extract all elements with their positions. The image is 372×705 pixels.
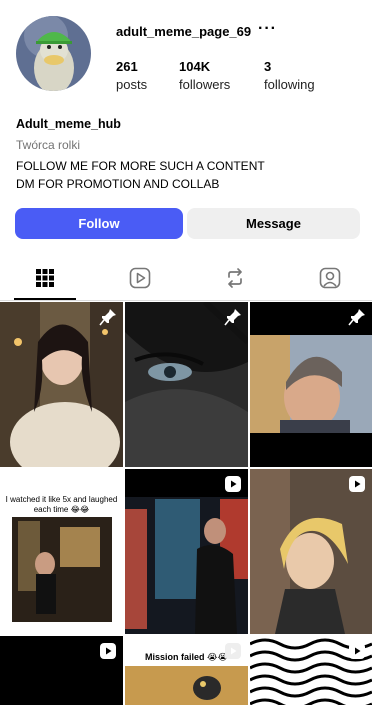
profile-tabs [0,258,372,300]
follow-button[interactable]: Follow [15,208,183,239]
posts-grid: I watched it like 5x and laughed each ti… [0,302,372,705]
grid-post[interactable] [250,302,372,467]
reel-icon [100,643,116,659]
post-thumbnail [250,302,372,467]
message-button[interactable]: Message [187,208,360,239]
profile-avatar[interactable] [16,16,91,91]
reels-icon [129,267,151,289]
tab-reels[interactable] [109,258,171,298]
post-thumbnail [250,469,372,634]
reel-icon [349,643,365,659]
grid-post[interactable] [125,302,248,467]
post-thumbnail [0,302,123,467]
reel-icon [349,476,365,492]
stat-followers-count: 104K [179,59,211,74]
grid-icon [36,269,54,287]
stat-followers-label: followers [179,77,231,92]
profile-header: adult_meme_page_69 ··· 261 posts 104K fo… [0,0,372,110]
profile-category: Twórca rolki [16,138,81,152]
post-thumbnail [0,469,123,634]
stat-posts-count: 261 [116,59,138,74]
stat-followers[interactable]: 104K followers [179,59,230,92]
pin-icon [224,309,241,326]
stat-posts-label: posts [116,77,148,92]
stat-following-count: 3 [264,59,272,74]
tagged-icon [319,267,341,289]
profile-bio: Adult_meme_hub Twórca rolki FOLLOW ME FO… [16,117,356,192]
grid-post[interactable] [0,302,123,467]
pin-icon [99,309,116,326]
grid-post[interactable]: Mission failed 😭😭 [125,636,248,705]
tab-reposts[interactable] [204,258,266,298]
tab-posts-grid[interactable] [14,258,76,300]
more-options-icon[interactable]: ··· [258,20,277,38]
post-thumbnail [125,302,248,467]
reposts-icon [228,268,242,288]
bio-line: DM FOR PROMOTION AND COLLAB [16,177,220,191]
pin-icon [348,309,365,326]
reel-icon [225,643,241,659]
bio-line: FOLLOW ME FOR MORE SUCH A CONTENT [16,159,265,173]
grid-post[interactable] [0,636,123,705]
post-thumbnail [125,469,248,634]
stat-following[interactable]: 3 following [264,59,315,92]
grid-post[interactable] [125,469,248,634]
duck-avatar-icon [16,16,91,91]
stat-following-label: following [264,77,315,92]
tab-tagged[interactable] [299,258,361,298]
grid-post[interactable]: I watched it like 5x and laughed each ti… [0,469,123,634]
display-name: Adult_meme_hub [16,117,121,131]
grid-post[interactable] [250,636,372,705]
stat-posts[interactable]: 261 posts [116,59,147,92]
grid-post[interactable] [250,469,372,634]
tabs-divider [0,300,372,301]
post-caption: I watched it like 5x and laughed each ti… [5,495,118,514]
reel-icon [225,476,241,492]
username: adult_meme_page_69 [116,24,252,39]
